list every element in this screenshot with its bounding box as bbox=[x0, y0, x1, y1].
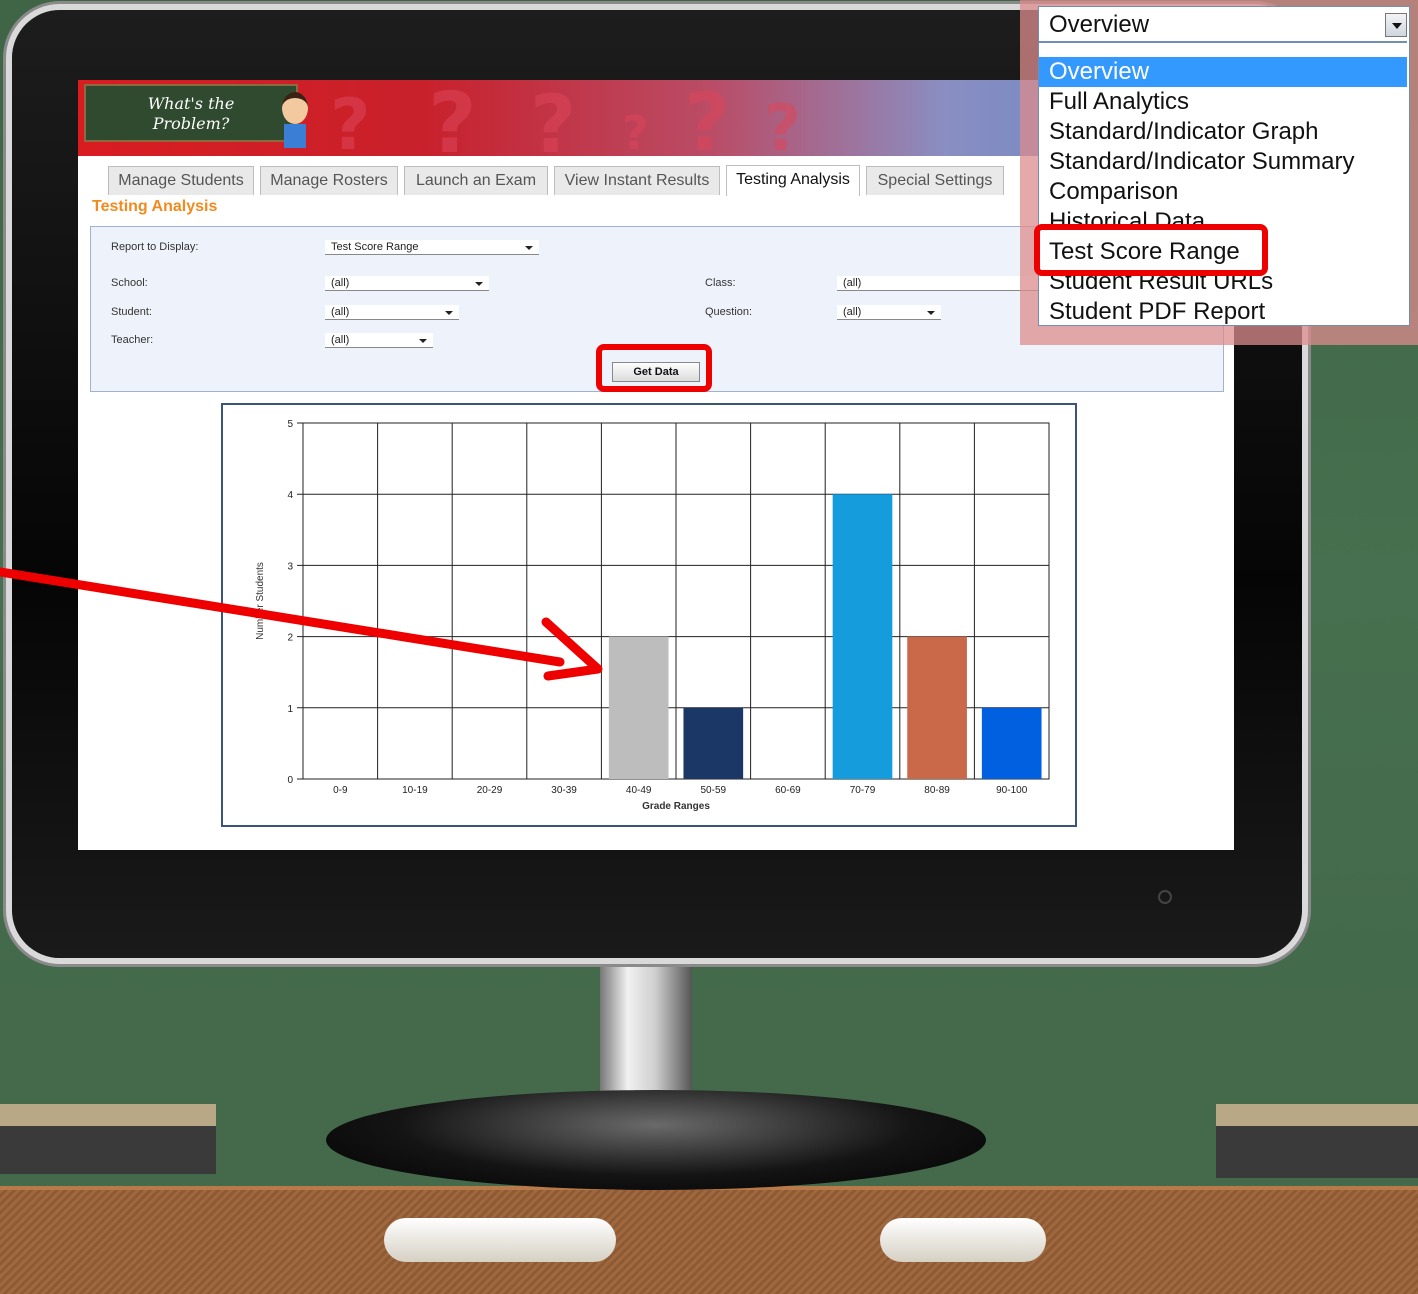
school-label: School: bbox=[111, 277, 148, 289]
question-mark-decoration-icon: ? bbox=[622, 106, 649, 160]
school-select[interactable]: (all) bbox=[325, 276, 489, 291]
right-shelf bbox=[1216, 1104, 1418, 1178]
y-tick-label: 4 bbox=[287, 490, 293, 501]
dropdown-current-value[interactable]: Overview bbox=[1039, 7, 1407, 43]
report-dropdown[interactable]: Overview Overview Full Analytics Standar… bbox=[1038, 6, 1410, 326]
dropdown-option-full-analytics[interactable]: Full Analytics bbox=[1039, 87, 1407, 117]
tab-manage-rosters[interactable]: Manage Rosters bbox=[260, 166, 398, 195]
question-mark-decoration-icon: ? bbox=[530, 80, 577, 171]
x-tick-label: 0-9 bbox=[333, 785, 348, 796]
annotation-arrow-icon bbox=[0, 567, 603, 681]
app-logo[interactable]: What's the Problem? bbox=[84, 84, 298, 142]
question-select[interactable]: (all) bbox=[837, 305, 941, 320]
class-label: Class: bbox=[705, 277, 736, 289]
class-select-value: (all) bbox=[843, 277, 862, 289]
school-select-value: (all) bbox=[331, 277, 350, 289]
student-label: Student: bbox=[111, 306, 152, 318]
dropdown-option-overview[interactable]: Overview bbox=[1039, 57, 1407, 87]
report-select[interactable]: Test Score Range bbox=[325, 240, 539, 255]
tab-manage-students[interactable]: Manage Students bbox=[108, 166, 254, 195]
desk bbox=[0, 1186, 1418, 1294]
x-tick-label: 50-59 bbox=[701, 785, 727, 796]
chevron-down-icon bbox=[445, 311, 453, 315]
question-mark-decoration-icon: ? bbox=[330, 84, 371, 166]
dropdown-option-standard-indicator-summary[interactable]: Standard/Indicator Summary bbox=[1039, 147, 1407, 177]
dropdown-toggle-button[interactable] bbox=[1385, 13, 1407, 37]
chevron-down-icon bbox=[927, 311, 935, 315]
question-select-value: (all) bbox=[843, 306, 862, 318]
y-tick-label: 5 bbox=[287, 419, 293, 430]
x-tick-label: 80-89 bbox=[924, 785, 950, 796]
chart-bar bbox=[907, 636, 967, 779]
y-tick-label: 0 bbox=[287, 775, 293, 786]
question-mark-decoration-icon: ? bbox=[428, 80, 477, 172]
teacher-label: Teacher: bbox=[111, 334, 154, 346]
x-tick-label: 90-100 bbox=[996, 785, 1028, 796]
x-tick-label: 40-49 bbox=[626, 785, 652, 796]
get-data-highlight-box bbox=[596, 344, 712, 392]
chevron-down-icon bbox=[475, 282, 483, 286]
tab-launch-exam[interactable]: Launch an Exam bbox=[404, 166, 548, 195]
dropdown-option-standard-indicator-graph[interactable]: Standard/Indicator Graph bbox=[1039, 117, 1407, 147]
logo-text-line1: What's the bbox=[147, 94, 235, 113]
student-select-value: (all) bbox=[331, 306, 350, 318]
teacher-select[interactable]: (all) bbox=[325, 333, 433, 348]
chart-bar bbox=[981, 707, 1042, 779]
page-title: Testing Analysis bbox=[92, 198, 218, 215]
x-tick-label: 60-69 bbox=[775, 785, 801, 796]
x-tick-label: 10-19 bbox=[402, 785, 428, 796]
mascot-icon bbox=[278, 92, 312, 152]
x-tick-label: 20-29 bbox=[477, 785, 503, 796]
left-shelf bbox=[0, 1104, 216, 1174]
tab-view-instant-results[interactable]: View Instant Results bbox=[554, 166, 720, 195]
question-mark-decoration-icon: ? bbox=[684, 80, 731, 169]
chevron-down-icon bbox=[1392, 23, 1402, 29]
teacher-select-value: (all) bbox=[331, 334, 350, 346]
chart-bar bbox=[683, 707, 744, 779]
tab-special-settings[interactable]: Special Settings bbox=[866, 166, 1004, 195]
x-tick-label: 30-39 bbox=[551, 785, 577, 796]
chart-bar bbox=[832, 494, 893, 779]
chevron-down-icon bbox=[525, 246, 533, 250]
eraser-right bbox=[880, 1218, 1046, 1262]
y-tick-label: 1 bbox=[287, 704, 293, 715]
power-indicator-icon bbox=[1158, 890, 1172, 904]
student-select[interactable]: (all) bbox=[325, 305, 459, 320]
x-axis-label: Grade Ranges bbox=[642, 801, 710, 812]
monitor-base bbox=[326, 1090, 986, 1190]
dropdown-option-comparison[interactable]: Comparison bbox=[1039, 177, 1407, 207]
eraser-left bbox=[384, 1218, 616, 1262]
tab-testing-analysis[interactable]: Testing Analysis bbox=[726, 165, 860, 196]
question-label: Question: bbox=[705, 306, 753, 318]
question-mark-decoration-icon: ? bbox=[764, 92, 802, 166]
x-tick-label: 70-79 bbox=[850, 785, 876, 796]
logo-text-line2: Problem? bbox=[152, 114, 230, 133]
chevron-down-icon bbox=[419, 339, 427, 343]
report-label: Report to Display: bbox=[111, 241, 199, 253]
report-select-value: Test Score Range bbox=[331, 241, 419, 253]
test-score-range-highlight-box bbox=[1034, 224, 1268, 276]
class-select[interactable]: (all) bbox=[837, 276, 1043, 291]
dropdown-option-student-pdf-report[interactable]: Student PDF Report bbox=[1039, 297, 1407, 327]
